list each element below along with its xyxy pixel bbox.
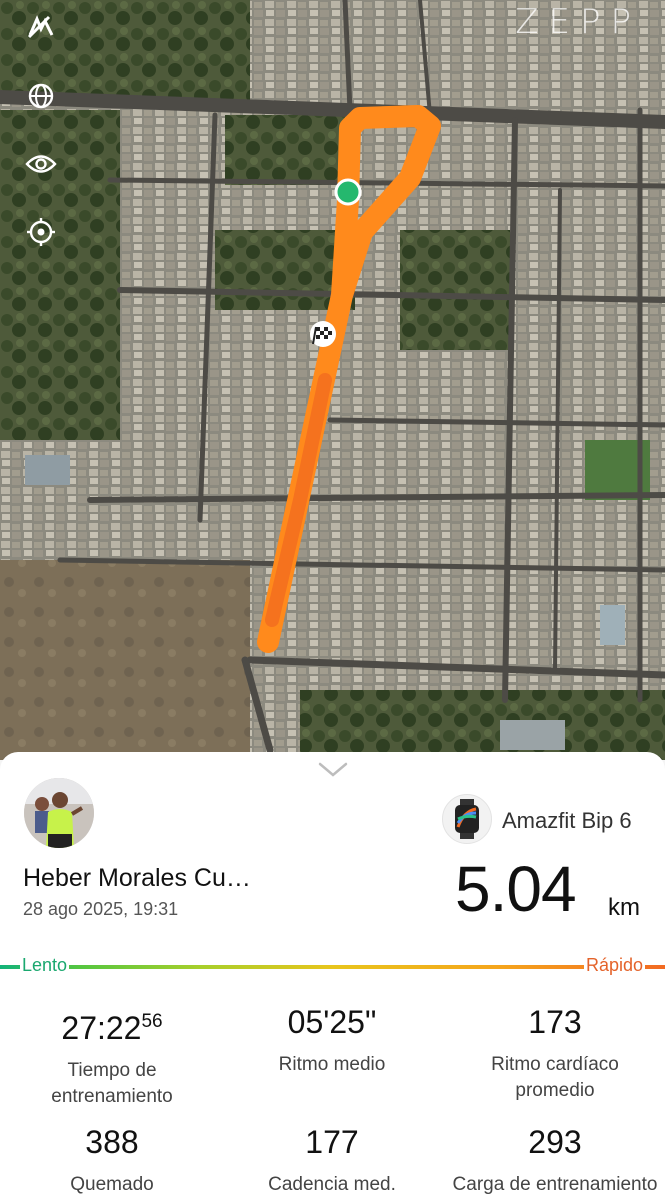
stat-label: Ritmo cardíaco promedio <box>491 1054 619 1101</box>
stat-cadence: 177 Cadencia med. <box>221 1124 443 1198</box>
user-name: Heber Morales Cu… <box>23 864 251 892</box>
stat-training-load: 293 Carga de entrenamiento <box>444 1124 665 1198</box>
stat-value: 177 <box>305 1124 359 1160</box>
pace-slow-label: Lento <box>20 955 70 976</box>
stat-calories: 388 Quemado <box>1 1124 223 1198</box>
recenter-button[interactable] <box>22 213 60 251</box>
eye-icon <box>25 155 57 173</box>
distance-value: 5.04 <box>455 853 577 925</box>
globe-icon <box>28 83 54 109</box>
pace-gradient-bar <box>0 965 665 969</box>
avatar[interactable] <box>24 778 94 848</box>
stat-value: 27:2256 <box>61 1010 163 1046</box>
workout-summary-panel: Amazfit Bip 6 Heber Morales Cu… 28 ago 2… <box>0 752 665 1200</box>
pace-fast-label: Rápido <box>583 955 645 976</box>
workout-datetime: 28 ago 2025, 19:31 <box>23 899 179 919</box>
route-map[interactable]: ZEPP <box>0 0 665 760</box>
device-watch-icon <box>442 794 492 844</box>
map-layer-button[interactable] <box>22 77 60 115</box>
stat-value: 05'25" <box>287 1004 377 1040</box>
stat-value: 293 <box>528 1124 582 1160</box>
stat-label: Cadencia med. <box>268 1174 396 1195</box>
stat-value: 173 <box>528 1004 582 1040</box>
route-track <box>257 105 441 653</box>
stat-avg-heart-rate: 173 Ritmo cardíaco promedio <box>444 1004 665 1104</box>
stat-label: Carga de entrenamiento <box>452 1174 658 1195</box>
user-photo <box>24 778 94 848</box>
finish-flag-marker <box>310 321 336 347</box>
stat-value: 388 <box>85 1124 139 1160</box>
stat-label: Tiempo de entrenamiento <box>51 1060 173 1107</box>
device-name: Amazfit Bip 6 <box>502 808 632 833</box>
start-marker <box>334 178 362 206</box>
zepp-logo: ZEPP <box>515 2 641 42</box>
stat-avg-pace: 05'25" Ritmo medio <box>221 1004 443 1078</box>
locate-icon <box>27 218 55 246</box>
metric-toggle-button[interactable] <box>22 8 60 46</box>
chevron-down-icon[interactable] <box>318 760 348 778</box>
stat-label: Quemado <box>70 1174 154 1195</box>
distance-unit: km <box>608 894 640 921</box>
stat-training-time: 27:2256 Tiempo de entrenamiento <box>1 1004 223 1110</box>
metric-toggle-icon <box>27 15 54 39</box>
stat-label: Ritmo medio <box>278 1054 386 1075</box>
visibility-button[interactable] <box>22 145 60 183</box>
